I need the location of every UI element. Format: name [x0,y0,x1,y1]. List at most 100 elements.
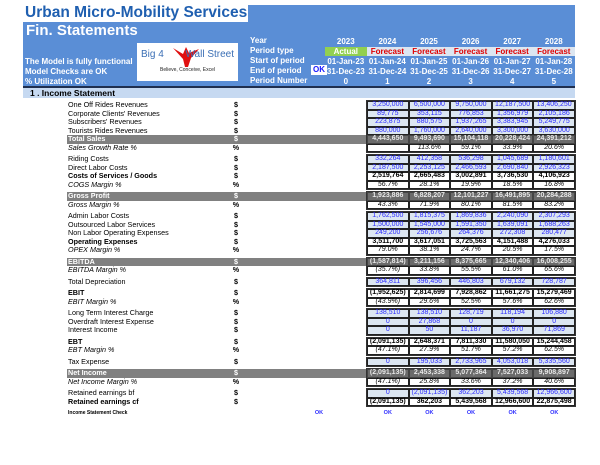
value-cell-2028: 24,391,212 [533,135,575,144]
row-group: Total Depreciation $364,811 396,456 446,803… [0,276,600,287]
period-end-2024: 31-Dec-24 [368,67,407,76]
row-label: COGS Margin % [68,179,122,189]
value-cell-2024: 79.0% [367,246,409,255]
value-cell-2028: 16.8% [533,180,575,189]
value-cell-2024: 249,200 [367,229,409,238]
value-cell-2024: (47.1%) [367,346,409,355]
row-total-depreciation: Total Depreciation $364,811 396,456 446,803… [0,277,600,286]
value-cells: (43.9%) 29.6% 52.5% 57.6% 62.6% [367,297,575,306]
status-utilization: % Utilization OK [25,77,87,86]
value-cell-2026: 0 [450,317,492,326]
value-cell-2026: 55.5% [450,266,492,275]
value-cell-2026: 2,466,593 [450,163,492,172]
row-ebit-margin: EBIT Margin %% (43.9%) 29.6% 52.5% 57.6% 62.6… [0,296,600,306]
row-retained-earnings-cf: Retained earnings cf $ (2,091,135) 362,203 5… [0,397,600,406]
value-cell-2028: 20,284,288 [533,192,575,201]
value-cell-2026: 51.7% [450,346,492,355]
value-cells: 0 195,033 2,733,965 4,053,018 5,335,560 [367,357,575,366]
value-cell-2024: 89,775 [367,109,409,118]
value-cell-2027: 3,383,945 [491,118,534,127]
row-label: Interest Income [68,325,118,334]
value-cell-2027: 18.5% [491,180,534,189]
value-cell-2028: 1,688,263 [533,220,575,229]
value-cell-2026: 80.1% [450,200,492,209]
period-year-2023: 2023 [336,37,355,46]
value-cell-2025: 27.9% [408,346,451,355]
row-ebt-margin: EBT Margin %% (47.1%) 27.9% 51.7% 57.2% 62.5% [0,345,600,355]
value-cell-2028: 13,406,250 [533,101,575,110]
period-year-2027: 2027 [503,37,522,46]
period-num-2026: 3 [468,77,473,86]
value-cells: 89,775 353,115 776,853 1,356,979 2,105,186 [367,109,575,118]
row-group: Retained earnings bf $0 (2,091,135) 362,203… [0,388,600,407]
value-cells: (47.1%) 27.9% 51.7% 57.2% 62.5% [367,346,575,355]
value-cell-2028: 280,477 [533,229,575,238]
row-interest-income: Interest Income $0 50 11,187 36,970 71,869 [0,325,600,335]
value-cell-2027: 4,053,018 [491,357,534,366]
year-label: Year [250,36,267,45]
value-cell-2026: 19.9% [450,180,492,189]
income-statement-check: Income Statement Check OK OK OK OK OK OK [0,409,600,418]
row-label: Net Income Margin % [68,376,138,386]
value-cell-2025: 6,500,000 [408,101,451,110]
value-cell-2025: 2,648,371 [408,337,451,346]
value-cell-2025: 38.1% [408,246,451,255]
value-cell-2025: 2,814,699 [408,289,451,298]
period-start-2023: 01-Jan-23 [327,57,365,66]
value-cells: 223,875 880,575 1,937,265 3,383,945 5,249,77… [367,118,575,127]
value-cell-2025: 138,510 [408,309,451,318]
value-cell-2026: 15,104,118 [450,135,492,144]
row-sales-growth-rate: Sales Growth Rate %% 113.6% 59.1% 33.9% 20.6… [0,142,600,152]
status-functional: The Model is fully functional [25,57,133,66]
end-period-label: End of period [250,66,302,75]
value-cell-2024: (2,091,135) [367,369,409,378]
value-cell-2027: 20.5% [491,246,534,255]
row-tax-expense: Tax Expense $0 195,033 2,733,965 4,053,018 5,… [0,356,600,366]
value-cell-2024: 1,500,000 [367,220,409,229]
value-cell-2024: 880,000 [367,126,409,135]
value-cell-2028: 1,180,601 [533,155,575,164]
value-cell-2026: 24.7% [450,246,492,255]
value-cell-2027: 5,439,568 [491,389,534,398]
value-cell-2028: 15,279,469 [533,289,575,298]
value-cell-2024: (2,091,135) [367,397,409,406]
check-label: Income Statement Check [68,410,128,416]
value-cell-2028: 5,335,560 [533,357,575,366]
value-cell-2025: 113.6% [408,143,451,152]
value-cells: 0 50 11,187 36,970 71,869 [367,326,575,335]
row-group: EBIT $ (1,952,625) 2,814,699 7,928,862 11,661… [0,288,600,307]
row-label: Tax Expense [68,356,110,366]
value-cell-2025: 256,676 [408,229,451,238]
value-cell-2025: 3,617,051 [408,237,451,246]
row-group: Gross Profit $1,923,886 6,828,207 12,101,22… [0,191,600,210]
value-cell-2027: 679,132 [491,277,534,286]
period-type-2028: Forecast [533,47,575,56]
logo-text-left: Big 4 [141,49,164,60]
value-cell-2026: 7,811,330 [450,337,492,346]
value-cell-2025: 396,456 [408,277,451,286]
value-cell-2024: 4,443,650 [367,135,409,144]
value-cell-2025: 33.8% [408,266,451,275]
period-year-2026: 2026 [461,37,480,46]
value-cell-2026: 8,375,665 [450,257,492,266]
value-cells: 249,200 256,676 264,376 272,308 280,477 [367,229,575,238]
value-cell-2028: 2,307,293 [533,212,575,221]
value-cells: 0 27,868 0 0 0 [367,317,575,326]
row-label: EBIT Margin % [68,296,117,306]
value-cell-2024: 3,511,700 [367,237,409,246]
logo-tagline: Believe, Conceive, Excel [159,67,216,73]
check-ok: OK [550,410,559,416]
value-cell-2026: 11,187 [450,326,492,335]
period-num-2025: 2 [426,77,432,86]
value-cells: 1,923,886 6,828,207 12,101,227 16,491,895 20… [367,192,575,201]
value-cells: (2,091,135) 2,453,338 5,077,364 7,527,033 9,… [367,369,575,378]
value-cell-2026: 59.1% [450,143,492,152]
unit-label: % [232,179,240,189]
value-cell-2027: 0 [491,317,534,326]
row-label: Sales Growth Rate % [68,142,137,152]
value-cell-2025: 2,453,338 [408,369,451,378]
value-cell-2026: 5,439,568 [450,397,492,406]
value-cell-2027: 36,970 [491,326,534,335]
value-cell-2027: 7,527,033 [491,369,534,378]
value-cells: 113.6% 59.1% 33.9% 20.6% [367,143,575,152]
